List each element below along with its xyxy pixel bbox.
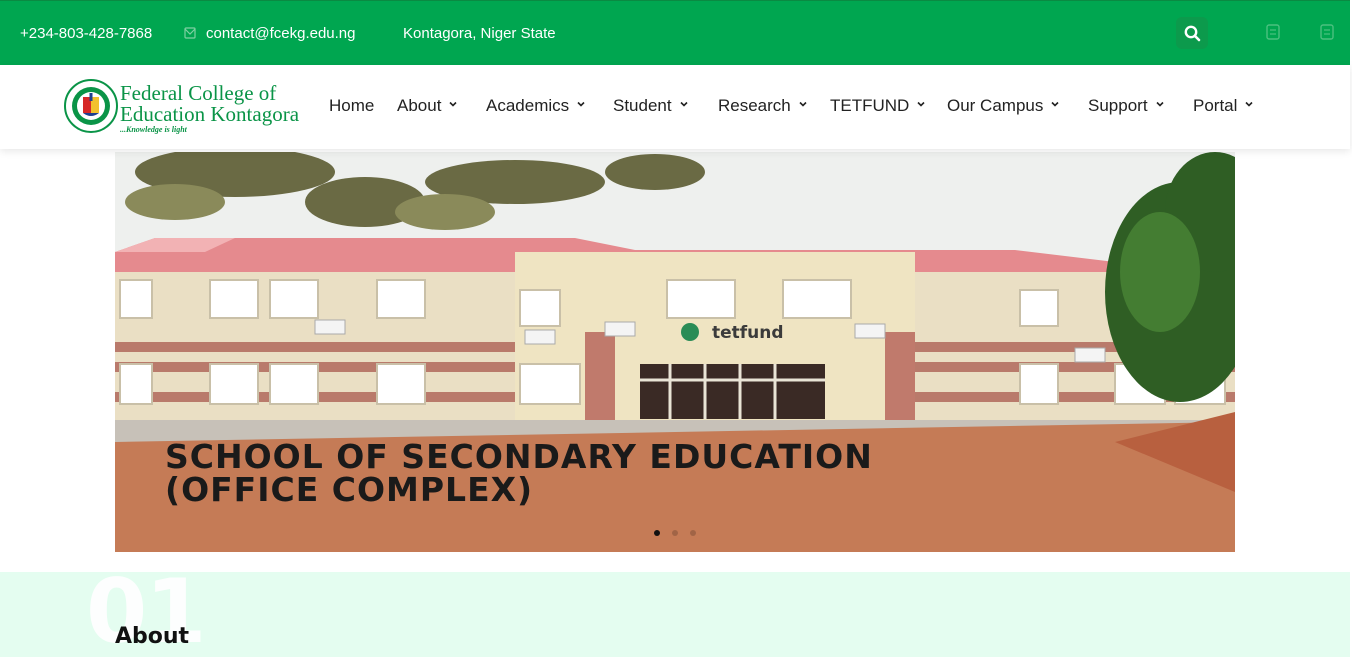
nav-label: Our Campus xyxy=(947,96,1044,115)
social-icon-2[interactable] xyxy=(1320,24,1334,40)
chevron-down-icon xyxy=(577,101,585,107)
college-seal-icon xyxy=(64,79,118,133)
about-section: 01 About xyxy=(0,568,1350,657)
slider-dot-3[interactable] xyxy=(690,530,696,536)
nav-research[interactable]: Research xyxy=(718,95,807,117)
nav-portal[interactable]: Portal xyxy=(1193,95,1253,117)
nav-label: Student xyxy=(613,96,672,115)
hero-slider[interactable]: tetfund SCHOOL OF SECONDARY EDUCATION (O… xyxy=(115,152,1235,552)
chevron-down-icon xyxy=(680,101,688,107)
about-heading: About xyxy=(115,624,190,649)
logo-motto: ...Knowledge is light xyxy=(120,125,187,134)
nav-label: Research xyxy=(718,96,791,115)
email-link[interactable]: contact@fcekg.edu.ng xyxy=(184,25,356,43)
logo-line-2: Education Kontagora xyxy=(120,102,300,126)
mail-icon xyxy=(184,27,196,39)
nav-student[interactable]: Student xyxy=(613,95,688,117)
chevron-down-icon xyxy=(1245,101,1253,107)
search-icon xyxy=(1184,25,1201,42)
nav-label: Portal xyxy=(1193,96,1238,115)
nav-academics[interactable]: Academics xyxy=(486,95,585,117)
phone-number[interactable]: +234-803-428-7868 xyxy=(20,25,152,43)
chevron-down-icon xyxy=(799,101,807,107)
slider-dot-1[interactable] xyxy=(654,530,660,536)
nav-label: About xyxy=(397,96,442,115)
nav-our-campus[interactable]: Our Campus xyxy=(947,95,1059,117)
nav-label: Support xyxy=(1088,96,1148,115)
search-button[interactable] xyxy=(1176,17,1208,49)
chevron-down-icon xyxy=(1155,101,1164,107)
logo-line-1: Federal College of xyxy=(120,81,277,105)
nav-support[interactable]: Support xyxy=(1088,95,1164,117)
nav-label: Academics xyxy=(486,96,570,115)
nav-home[interactable]: Home xyxy=(329,95,374,117)
building-sign-text: tetfund xyxy=(712,323,784,343)
hero-caption: SCHOOL OF SECONDARY EDUCATION (OFFICE CO… xyxy=(165,437,873,509)
nav-about[interactable]: About xyxy=(397,95,458,117)
location-text: Kontagora, Niger State xyxy=(403,25,556,42)
site-logo[interactable]: Federal College of Education Kontagora .… xyxy=(64,79,309,135)
chevron-down-icon xyxy=(1051,101,1059,107)
nav-tetfund[interactable]: TETFUND xyxy=(830,95,925,117)
chevron-down-icon xyxy=(917,101,925,107)
main-header: Federal College of Education Kontagora .… xyxy=(0,65,1350,149)
slider-dot-2[interactable] xyxy=(672,530,678,536)
top-bar: +234-803-428-7868 contact@fcekg.edu.ng K… xyxy=(0,0,1350,65)
nav-label: TETFUND xyxy=(830,96,910,115)
chevron-down-icon xyxy=(449,101,458,107)
nav-label: Home xyxy=(329,96,375,115)
social-icon-1[interactable] xyxy=(1266,24,1280,40)
email-text: contact@fcekg.edu.ng xyxy=(206,25,356,42)
